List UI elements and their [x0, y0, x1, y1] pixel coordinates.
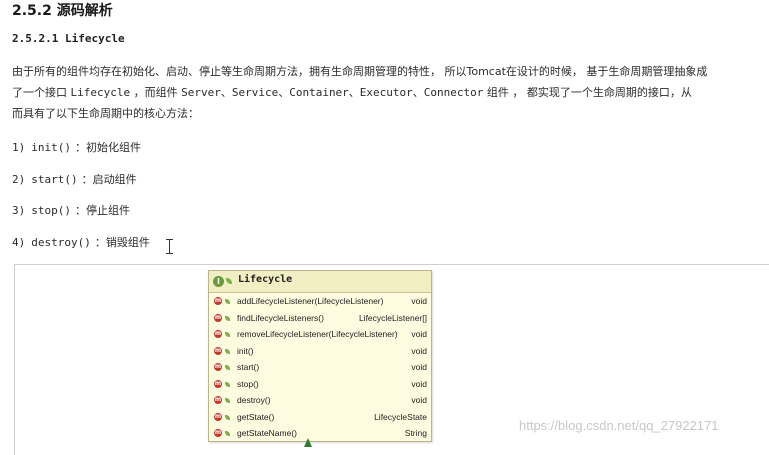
- uml-method-row: m stop() void: [209, 376, 431, 393]
- public-leaf-icon: [226, 278, 232, 284]
- uml-method-name: findLifecycleListeners(): [237, 312, 324, 323]
- uml-method-row: m start() void: [209, 359, 431, 376]
- uml-method-name: addLifecycleListener(LifecycleListener): [237, 296, 384, 306]
- uml-method-name: getStateName(): [237, 428, 297, 438]
- method-icon: m: [214, 412, 222, 421]
- public-leaf-icon: [225, 398, 230, 403]
- uml-method-return: void: [411, 345, 427, 356]
- paragraph-line-1: 由于所有的组件均存在初始化、启动、停止等生命周期方法，拥有生命周期管理的特性， …: [12, 65, 708, 78]
- uml-method-name: destroy(): [237, 395, 271, 405]
- interface-icon: I: [213, 276, 224, 287]
- inheritance-arrow-icon: [304, 438, 312, 447]
- method-number: 1): [12, 141, 26, 154]
- components-code: Server、Service、Container、Executor、Connec…: [181, 86, 484, 99]
- uml-title: Lifecycle: [238, 274, 293, 285]
- method-name: init(): [31, 141, 71, 154]
- method-name: stop(): [31, 204, 71, 217]
- lifecycle-code: Lifecycle: [70, 86, 131, 99]
- watermark: https://blog.csdn.net/qq_27922171: [519, 418, 719, 433]
- method-number: 4): [12, 236, 26, 249]
- method-icon: m: [214, 313, 222, 322]
- uml-method-row: m init() void: [209, 343, 431, 360]
- uml-method-return: void: [411, 378, 427, 389]
- text-cursor-icon: [166, 239, 174, 255]
- public-leaf-icon: [225, 414, 230, 420]
- uml-method-row: m addLifecycleListener(LifecycleListener…: [209, 293, 431, 310]
- method-item-stop: 3) stop() ：停止组件: [12, 202, 130, 218]
- uml-method-name: start(): [237, 362, 260, 372]
- method-description: ：启动组件: [81, 173, 137, 186]
- public-leaf-icon: [225, 299, 230, 304]
- document-page: 2.5.2 源码解析 2.5.2.1 Lifecycle 由于所有的组件均存在初…: [0, 0, 769, 455]
- uml-method-row: m removeLifecycleListener(LifecycleListe…: [209, 326, 431, 343]
- uml-method-name: init(): [237, 345, 254, 356]
- uml-method-name: stop(): [237, 378, 259, 389]
- paragraph-line-2-end: 组件 ， 都实现了一个生命周期的接口，从: [483, 86, 692, 99]
- uml-method-row: m destroy() void: [209, 392, 431, 409]
- uml-method-return: void: [411, 362, 427, 372]
- uml-method-name: removeLifecycleListener(LifecycleListene…: [237, 329, 398, 339]
- method-icon: m: [214, 429, 222, 437]
- public-leaf-icon: [225, 332, 230, 337]
- method-number: 2): [12, 173, 26, 186]
- paragraph-line-2: 了一个接口 Lifecycle ，而组件 Server、Service、Cont…: [12, 82, 769, 103]
- method-item-destroy: 4) destroy() ：销毁组件: [12, 234, 150, 250]
- uml-method-return: LifecycleState: [374, 411, 427, 422]
- paragraph-line-2-start: 了一个接口: [12, 86, 71, 99]
- method-icon: m: [214, 379, 222, 388]
- uml-method-return: void: [411, 296, 427, 306]
- method-icon: m: [214, 363, 222, 371]
- method-icon: m: [214, 346, 222, 355]
- method-name: destroy(): [31, 236, 91, 249]
- intro-paragraph: 由于所有的组件均存在初始化、启动、停止等生命周期方法，拥有生命周期管理的特性， …: [12, 61, 769, 124]
- uml-method-row: m getStateName() String: [209, 425, 431, 442]
- uml-method-return: void: [411, 395, 427, 405]
- paragraph-line-3: 而具有了以下生命周期中的核心方法：: [12, 107, 199, 120]
- public-leaf-icon: [225, 365, 230, 370]
- method-icon: m: [214, 330, 222, 338]
- method-description: ：销毁组件: [94, 236, 150, 249]
- uml-method-return: String: [404, 428, 427, 438]
- public-leaf-icon: [225, 431, 230, 436]
- section-heading: 2.5.2 源码解析: [12, 3, 113, 19]
- uml-interface-box[interactable]: I Lifecycle m addLifecycleListener(Lifec…: [208, 270, 432, 442]
- subsection-heading: 2.5.2.1 Lifecycle: [12, 32, 125, 45]
- uml-method-name: getState(): [237, 411, 275, 422]
- method-number: 3): [12, 204, 26, 217]
- public-leaf-icon: [225, 348, 230, 354]
- uml-method-return: LifecycleListener[]: [358, 312, 427, 323]
- method-description: ：初始化组件: [75, 141, 141, 154]
- public-leaf-icon: [225, 381, 230, 387]
- method-item-init: 1) init() ：初始化组件: [12, 139, 141, 155]
- method-icon: m: [214, 396, 222, 404]
- uml-method-row: m getState() LifecycleState: [209, 409, 431, 426]
- method-description: ：停止组件: [75, 204, 130, 217]
- method-icon: m: [214, 297, 222, 305]
- paragraph-line-2-mid: ，而组件: [130, 86, 182, 99]
- method-name: start(): [31, 173, 78, 186]
- public-leaf-icon: [225, 315, 230, 321]
- uml-method-row: m findLifecycleListeners() LifecycleList…: [209, 310, 431, 327]
- uml-method-return: void: [411, 329, 427, 339]
- method-item-start: 2) start() ：启动组件: [12, 171, 137, 187]
- uml-header: I Lifecycle: [209, 271, 431, 293]
